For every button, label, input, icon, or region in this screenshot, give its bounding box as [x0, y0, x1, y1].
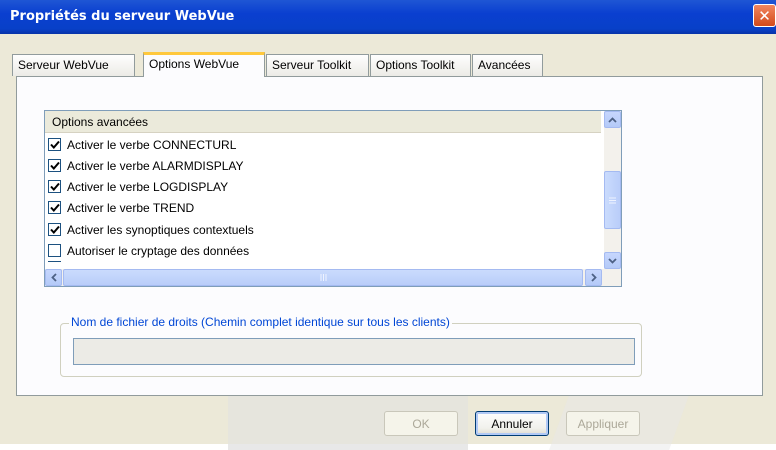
checkbox[interactable] — [48, 159, 61, 172]
rights-file-group: Nom de fichier de droits (Chemin complet… — [60, 315, 642, 377]
checkbox[interactable] — [48, 201, 61, 214]
scroll-left-button[interactable] — [45, 269, 62, 286]
list-item-logdisplay[interactable]: Activer le verbe LOGDISPLAY — [48, 177, 598, 197]
vertical-scrollbar[interactable] — [604, 111, 621, 269]
title-bar[interactable]: Propriétés du serveur WebVue ✕ — [0, 0, 776, 34]
list-header[interactable]: Options avancées — [45, 111, 601, 133]
tab-options-webvue[interactable]: Options WebVue — [143, 52, 265, 77]
chevron-left-icon — [50, 273, 57, 282]
window-title: Propriétés du serveur WebVue — [10, 9, 235, 24]
list-item-label: Autoriser le cryptage des données — [67, 244, 250, 258]
list-item-alarmdisplay[interactable]: Activer le verbe ALARMDISPLAY — [48, 156, 598, 176]
scroll-right-button[interactable] — [585, 269, 602, 286]
vertical-scroll-thumb[interactable] — [604, 171, 621, 229]
dialog-body: Serveur WebVue Options WebVue Serveur To… — [0, 34, 776, 450]
grip-icon — [609, 197, 616, 204]
scroll-up-button[interactable] — [604, 111, 621, 128]
list-item-label: Activer le verbe ALARMDISPLAY — [67, 159, 244, 173]
chevron-up-icon — [608, 116, 617, 123]
advanced-options-list[interactable]: Options avancées Activer le verbe CONNEC… — [44, 110, 622, 287]
tab-avancees[interactable]: Avancées — [472, 54, 543, 76]
tab-options-toolkit[interactable]: Options Toolkit — [370, 54, 471, 76]
cancel-button[interactable]: Annuler — [475, 411, 549, 436]
horizontal-scrollbar[interactable] — [45, 269, 621, 286]
tab-serveur-toolkit[interactable]: Serveur Toolkit — [266, 54, 369, 76]
apply-button[interactable]: Appliquer — [566, 411, 640, 436]
partial-checkbox — [48, 261, 61, 266]
list-item-trend[interactable]: Activer le verbe TREND — [48, 198, 598, 218]
list-item-label: Activer le verbe LOGDISPLAY — [67, 180, 229, 194]
chevron-down-icon — [608, 257, 617, 264]
checkbox[interactable] — [48, 180, 61, 193]
list-item-connecturl[interactable]: Activer le verbe CONNECTURL — [48, 135, 598, 155]
close-icon: ✕ — [758, 6, 771, 25]
rights-file-input[interactable] — [73, 338, 635, 365]
list-item-synoptiques[interactable]: Activer les synoptiques contextuels — [48, 220, 598, 240]
scroll-down-button[interactable] — [604, 252, 621, 269]
checkbox[interactable] — [48, 223, 61, 236]
list-item-label: Activer le verbe CONNECTURL — [67, 138, 237, 152]
checkbox[interactable] — [48, 138, 61, 151]
list-item-label: Activer le verbe TREND — [67, 201, 195, 215]
tab-serveur-webvue[interactable]: Serveur WebVue — [12, 54, 135, 76]
close-button[interactable]: ✕ — [753, 4, 776, 27]
chevron-right-icon — [590, 273, 597, 282]
ok-button[interactable]: OK — [384, 411, 458, 436]
rights-file-legend: Nom de fichier de droits (Chemin complet… — [69, 315, 452, 329]
list-item-cryptage[interactable]: Autoriser le cryptage des données — [48, 241, 598, 261]
horizontal-scroll-thumb[interactable] — [63, 269, 583, 286]
list-item-label: Activer les synoptiques contextuels — [67, 223, 254, 237]
checkbox[interactable] — [48, 244, 61, 257]
grip-icon — [320, 274, 327, 281]
